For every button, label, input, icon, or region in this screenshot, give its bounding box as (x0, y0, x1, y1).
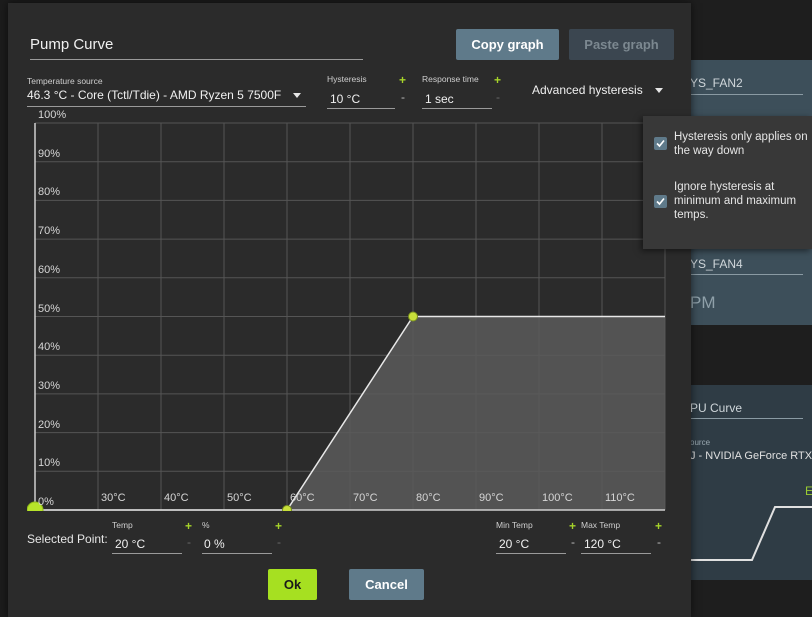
cancel-button[interactable]: Cancel (349, 569, 424, 600)
checkmark-icon (656, 139, 665, 148)
response-time-input[interactable]: 1 sec (425, 92, 454, 106)
curve-name-input[interactable]: Pump Curve (30, 36, 363, 60)
temp-label: Temp (112, 520, 133, 530)
y-tick-label: 70% (38, 225, 61, 238)
background-divider (690, 94, 803, 95)
selected-point-label: Selected Point: (27, 532, 108, 546)
y-tick-label: 40% (38, 341, 61, 354)
checkmark-icon (656, 197, 665, 206)
background-gpu-curve-label: PU Curve (690, 401, 743, 415)
hysteresis-underline (327, 108, 395, 109)
x-tick-label: 100°C (542, 492, 573, 504)
x-tick-label: 70°C (353, 492, 378, 504)
hysteresis-input[interactable]: 10 °C (330, 92, 360, 106)
x-tick-label: 110°C (605, 492, 635, 504)
y-tick-label: 20% (38, 418, 61, 431)
hysteresis-decrease-button[interactable]: - (401, 90, 405, 104)
y-tick-label: 30% (38, 379, 61, 392)
chevron-down-icon[interactable] (655, 88, 663, 93)
temp-increase-button[interactable]: + (185, 519, 192, 533)
max-temp-label: Max Temp (581, 520, 621, 530)
y-tick-label: 90% (38, 147, 61, 160)
min-temp-underline (496, 553, 566, 554)
advanced-hysteresis-toggle[interactable]: Advanced hysteresis (532, 83, 643, 97)
background-divider (690, 418, 803, 419)
background-fan4-label: YS_FAN4 (690, 257, 743, 271)
response-time-label: Response time (422, 74, 479, 84)
background-source-label: ource (690, 438, 711, 447)
min-temp-label: Min Temp (496, 520, 533, 530)
percent-input[interactable]: 0 % (204, 537, 225, 551)
response-time-underline (422, 108, 492, 109)
temp-decrease-button[interactable]: - (187, 535, 191, 549)
max-temp-decrease-button[interactable]: - (657, 535, 661, 549)
min-temp-input[interactable]: 20 °C (499, 537, 529, 551)
min-temp-decrease-button[interactable]: - (571, 535, 575, 549)
hysteresis-label: Hysteresis (327, 74, 367, 84)
response-time-increase-button[interactable]: + (494, 73, 501, 87)
background-fan2-label: YS_FAN2 (690, 76, 743, 90)
x-tick-label: 40°C (164, 492, 189, 504)
paste-graph-button[interactable]: Paste graph (569, 29, 674, 60)
advanced-hysteresis-popup: Hysteresis only applies on the way down … (643, 116, 812, 249)
temperature-source-label: Temperature source (27, 76, 103, 86)
curve-point[interactable] (408, 311, 418, 322)
background-mini-curve (680, 506, 812, 561)
curve-graph[interactable] (26, 119, 667, 519)
percent-decrease-button[interactable]: - (277, 535, 281, 549)
ignore-hysteresis-checkbox[interactable] (654, 195, 667, 208)
hysteresis-way-down-label: Hysteresis only applies on the way down (674, 131, 808, 157)
ok-button[interactable]: Ok (268, 569, 317, 600)
y-tick-label: 0% (38, 496, 54, 508)
max-temp-increase-button[interactable]: + (655, 519, 662, 533)
temp-underline (112, 553, 182, 554)
hysteresis-way-down-checkbox[interactable] (654, 137, 667, 150)
pump-curve-chart[interactable]: 0% 10% 20% 30% 40% 50% 60% 70% 80% 90% 100% 30°C 40… (26, 109, 667, 519)
y-tick-label: 100% (38, 109, 67, 121)
temp-input[interactable]: 20 °C (115, 537, 145, 551)
percent-increase-button[interactable]: + (275, 519, 282, 533)
x-tick-label: 30°C (101, 492, 126, 504)
curve-point[interactable] (282, 505, 292, 515)
background-divider (690, 274, 803, 275)
y-tick-label: 80% (38, 186, 61, 199)
x-tick-label: 50°C (227, 492, 252, 504)
temperature-source-underline (27, 106, 306, 107)
max-temp-underline (581, 553, 651, 554)
y-tick-label: 10% (38, 457, 61, 470)
y-tick-label: 50% (38, 302, 61, 315)
hysteresis-increase-button[interactable]: + (399, 73, 406, 87)
copy-graph-button[interactable]: Copy graph (456, 29, 559, 60)
percent-label: % (202, 520, 210, 530)
background-gpu-source-value: J - NVIDIA GeForce RTX (690, 450, 812, 462)
y-tick-label: 60% (38, 263, 61, 276)
ignore-hysteresis-label: Ignore hysteresis at minimum and maximum… (674, 181, 797, 221)
x-tick-label: 90°C (479, 492, 504, 504)
response-time-decrease-button[interactable]: - (496, 90, 500, 104)
background-rpm-label: PM (690, 293, 716, 312)
percent-underline (202, 553, 272, 554)
max-temp-input[interactable]: 120 °C (584, 537, 621, 551)
x-tick-label: 80°C (416, 492, 441, 504)
chevron-down-icon[interactable] (293, 93, 301, 98)
x-tick-label: 60°C (290, 492, 315, 504)
min-temp-increase-button[interactable]: + (569, 519, 576, 533)
pump-curve-dialog: Pump Curve Copy graph Paste graph Temper… (8, 3, 691, 617)
temperature-source-select[interactable]: 46.3 °C - Core (Tctl/Tdie) - AMD Ryzen 5… (27, 88, 281, 102)
